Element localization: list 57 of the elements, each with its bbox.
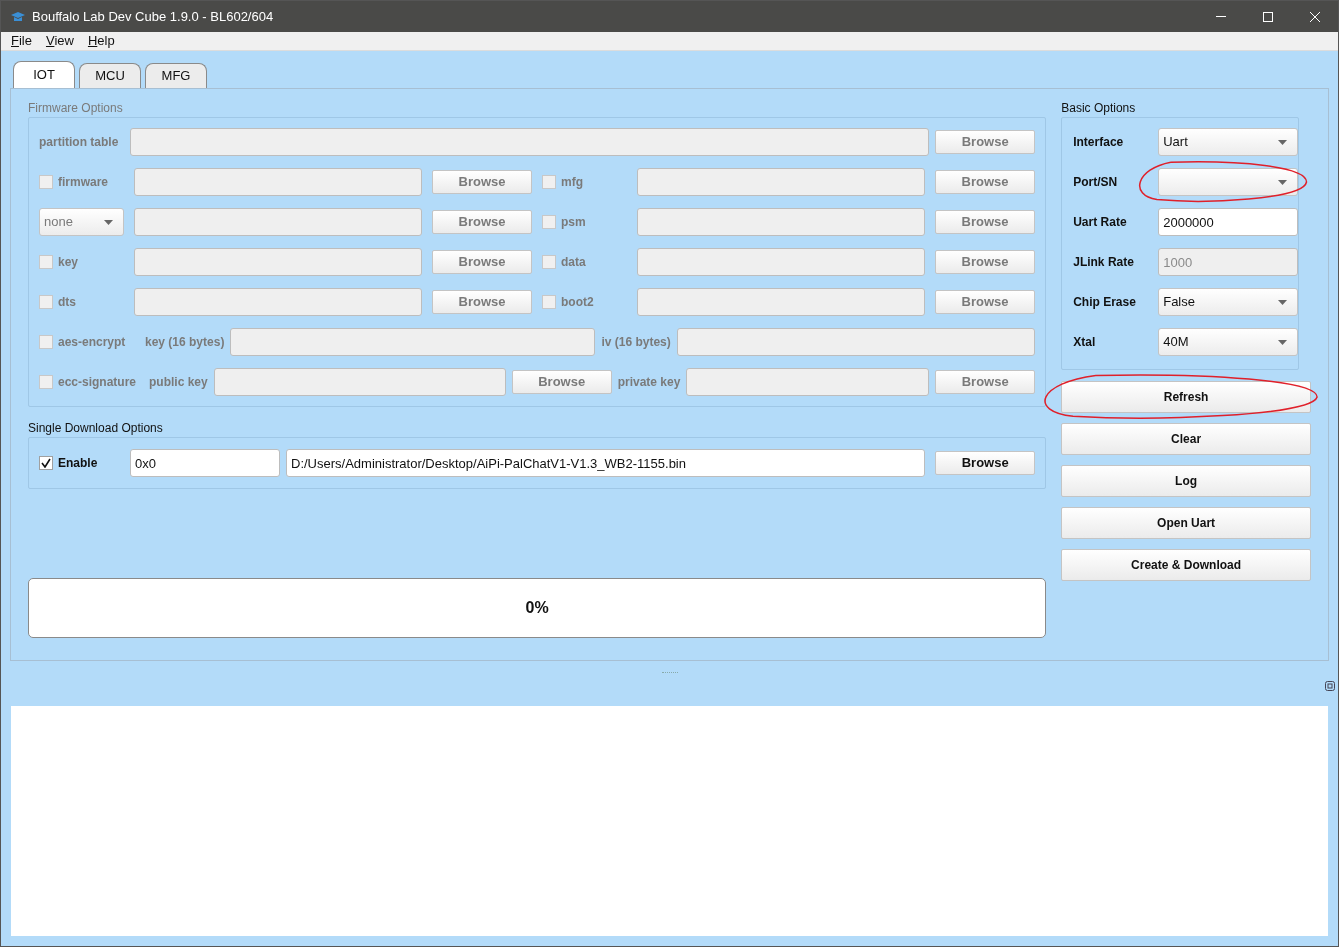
restore-icon <box>1325 681 1335 691</box>
checkbox-label: mfg <box>561 174 583 191</box>
dropdown[interactable]: 40M <box>1158 328 1299 356</box>
address-field[interactable]: 0x0 <box>130 449 280 477</box>
menu-item[interactable]: Help <box>87 31 115 51</box>
maximize-icon <box>1262 11 1273 22</box>
menu-item[interactable]: View <box>45 31 74 51</box>
field-label: partition table <box>39 134 120 151</box>
progress-text: 0% <box>525 598 549 618</box>
tab[interactable]: MCU <box>79 63 141 88</box>
field-label: private key <box>617 374 681 391</box>
close-icon <box>1309 11 1320 22</box>
field-label: Xtal <box>1073 334 1097 351</box>
checkbox-label: data <box>561 254 586 271</box>
menu-item[interactable]: File <box>11 31 32 51</box>
action-button[interactable]: Log <box>1061 465 1311 497</box>
caret-icon <box>1278 339 1288 345</box>
field-label: key (16 bytes) <box>145 334 225 351</box>
minimize-icon <box>1215 16 1226 17</box>
checkbox-label: dts <box>58 294 76 311</box>
checkbox[interactable] <box>39 456 53 470</box>
field-label: public key <box>149 374 208 391</box>
group-title: Single Download Options <box>28 420 164 437</box>
window-title: Bouffalo Lab Dev Cube 1.9.0 - BL602/604 <box>32 7 274 26</box>
checkbox-label: boot2 <box>561 294 594 311</box>
browse-button[interactable]: Browse <box>935 451 1036 475</box>
checkbox-label: key <box>58 254 79 271</box>
tab[interactable]: IOT <box>13 61 75 88</box>
checkbox-label: aes-encrypt <box>58 334 126 351</box>
checkbox-label: ecc-signature <box>58 374 137 391</box>
field-label: iv (16 bytes) <box>601 334 671 351</box>
field-label: Uart Rate <box>1073 214 1128 231</box>
caret-icon <box>1278 179 1288 185</box>
tab[interactable]: MFG <box>145 63 207 88</box>
checkbox-label: psm <box>561 214 586 231</box>
dropdown[interactable] <box>1158 168 1299 196</box>
group-title: Basic Options <box>1061 100 1137 117</box>
field-label: Chip Erase <box>1073 294 1137 311</box>
checkbox-label: firmware <box>58 174 109 191</box>
dropdown[interactable]: False <box>1158 288 1299 316</box>
action-button[interactable]: Open Uart <box>1061 507 1311 539</box>
caret-icon <box>1278 299 1288 305</box>
action-button[interactable]: Clear <box>1061 423 1311 455</box>
caret-icon <box>1278 139 1288 145</box>
input-field[interactable]: 2000000 <box>1158 208 1299 236</box>
group-title: Firmware Options <box>28 100 124 117</box>
file-path-field[interactable]: D:/Users/Administrator/Desktop/AiPi-PalChatV1-V1.3_WB2-1155.bin <box>286 449 926 477</box>
checkmark-icon <box>41 458 51 468</box>
action-button[interactable]: Create & Download <box>1061 549 1311 581</box>
field-label: Interface <box>1073 134 1125 151</box>
action-button[interactable]: Refresh <box>1061 381 1311 413</box>
dropdown[interactable]: Uart <box>1158 128 1299 156</box>
caret-icon <box>104 219 113 225</box>
checkbox-label: Enable <box>58 455 98 472</box>
graduation-cap-icon <box>11 10 25 23</box>
field-label: JLink Rate <box>1073 254 1135 271</box>
field-label: Port/SN <box>1073 174 1119 191</box>
